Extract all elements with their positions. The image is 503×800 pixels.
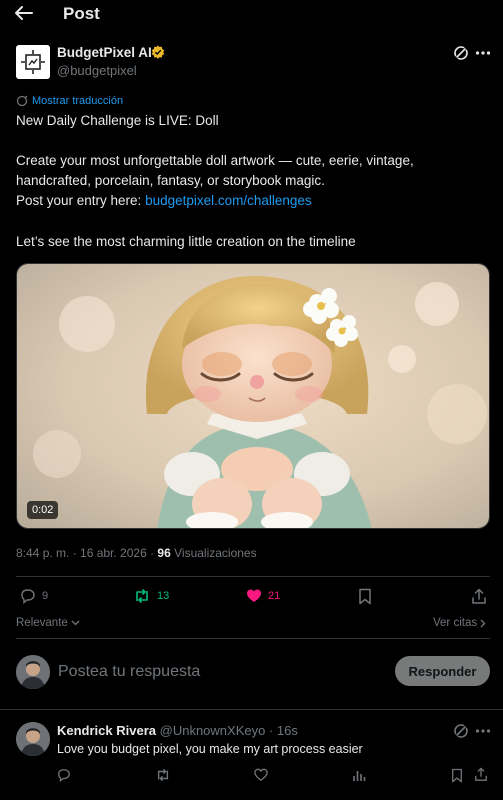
page-title: Post: [63, 4, 100, 23]
bookmark-action[interactable]: [358, 588, 372, 605]
reply-button[interactable]: Responder: [395, 656, 490, 686]
like-count: 21: [268, 590, 281, 602]
reply-author-handle[interactable]: @UnknownXKeyo: [160, 723, 266, 738]
divider: [0, 709, 503, 710]
translate-label[interactable]: Mostrar traducción: [32, 94, 123, 108]
divider: [16, 638, 490, 639]
view-quotes-link[interactable]: Ver citas: [433, 616, 486, 630]
post-text-prefix: Post your entry here:: [16, 193, 146, 208]
author-handle[interactable]: @budgetpixel: [57, 63, 137, 79]
reply-time[interactable]: · 16s: [269, 723, 298, 738]
back-arrow-icon[interactable]: [14, 5, 34, 21]
reply-bookmark-icon[interactable]: [451, 768, 463, 783]
reply-reply-icon[interactable]: [57, 768, 71, 782]
more-options-icon[interactable]: [475, 47, 491, 59]
author-display-name[interactable]: BudgetPixel AI: [57, 44, 152, 61]
reply-input[interactable]: Postea tu respuesta: [58, 662, 200, 682]
post-video[interactable]: [16, 263, 490, 529]
chevron-right-icon: [480, 619, 486, 627]
video-duration: 0:02: [27, 501, 59, 519]
reply-repost-icon[interactable]: [155, 768, 171, 782]
reply-share-icon[interactable]: [474, 767, 488, 782]
doll-video-frame: [17, 264, 489, 528]
grok-icon[interactable]: [453, 45, 469, 61]
quotes-label[interactable]: Ver citas: [433, 616, 477, 630]
reply-icon: [21, 589, 35, 604]
show-translation-link[interactable]: Mostrar traducción: [16, 94, 123, 108]
current-user-avatar[interactable]: [16, 655, 50, 689]
post-text-line: handcrafted, porcelain, fantasy, or stor…: [16, 173, 325, 188]
reply-count: 9: [42, 590, 49, 602]
bookmark-icon: [359, 588, 371, 605]
share-icon: [472, 588, 486, 604]
grok-icon[interactable]: [453, 723, 469, 739]
post-text-line: Create your most unforgettable doll artw…: [16, 153, 414, 168]
views-label: Visualizaciones: [170, 546, 257, 560]
heart-filled-icon: [247, 589, 261, 602]
translate-icon: [16, 95, 28, 107]
verified-badge-icon: [151, 45, 165, 59]
sort-label[interactable]: Relevante: [16, 616, 68, 630]
timestamp-text[interactable]: 8:44 p. m. · 16 abr. 2026 ·: [16, 546, 157, 560]
reply-author-avatar[interactable]: [16, 722, 50, 756]
reply-author-name[interactable]: Kendrick Rivera: [57, 723, 156, 738]
author-avatar[interactable]: [16, 45, 50, 79]
post-text-line: Let’s see the most charming little creat…: [16, 234, 356, 249]
reply-views-icon[interactable]: [352, 768, 366, 782]
views-count: 96: [157, 546, 171, 560]
chevron-down-icon: [71, 620, 80, 626]
budgetpixel-logo-icon: [21, 50, 45, 74]
repost-action[interactable]: 13: [133, 588, 169, 604]
more-options-icon[interactable]: [475, 725, 491, 737]
reply-action[interactable]: 9: [20, 588, 48, 604]
like-action[interactable]: 21: [246, 588, 280, 604]
divider: [16, 576, 490, 577]
challenge-link[interactable]: budgetpixel.com/challenges: [145, 193, 312, 208]
repost-count: 13: [157, 590, 170, 602]
sort-dropdown[interactable]: Relevante: [16, 616, 80, 630]
repost-icon: [136, 588, 148, 604]
post-timestamp: 8:44 p. m. · 16 abr. 2026 · 96 Visualiza…: [16, 545, 257, 561]
reply-text: Love you budget pixel, you make my art p…: [57, 742, 363, 756]
reply-like-icon[interactable]: [254, 768, 268, 782]
post-text-line: New Daily Challenge is LIVE: Doll: [16, 113, 219, 128]
reply-header: Kendrick Rivera @UnknownXKeyo · 16s: [57, 723, 298, 739]
share-action[interactable]: [471, 588, 487, 605]
post-text-line: Post your entry here: budgetpixel.com/ch…: [16, 191, 312, 211]
